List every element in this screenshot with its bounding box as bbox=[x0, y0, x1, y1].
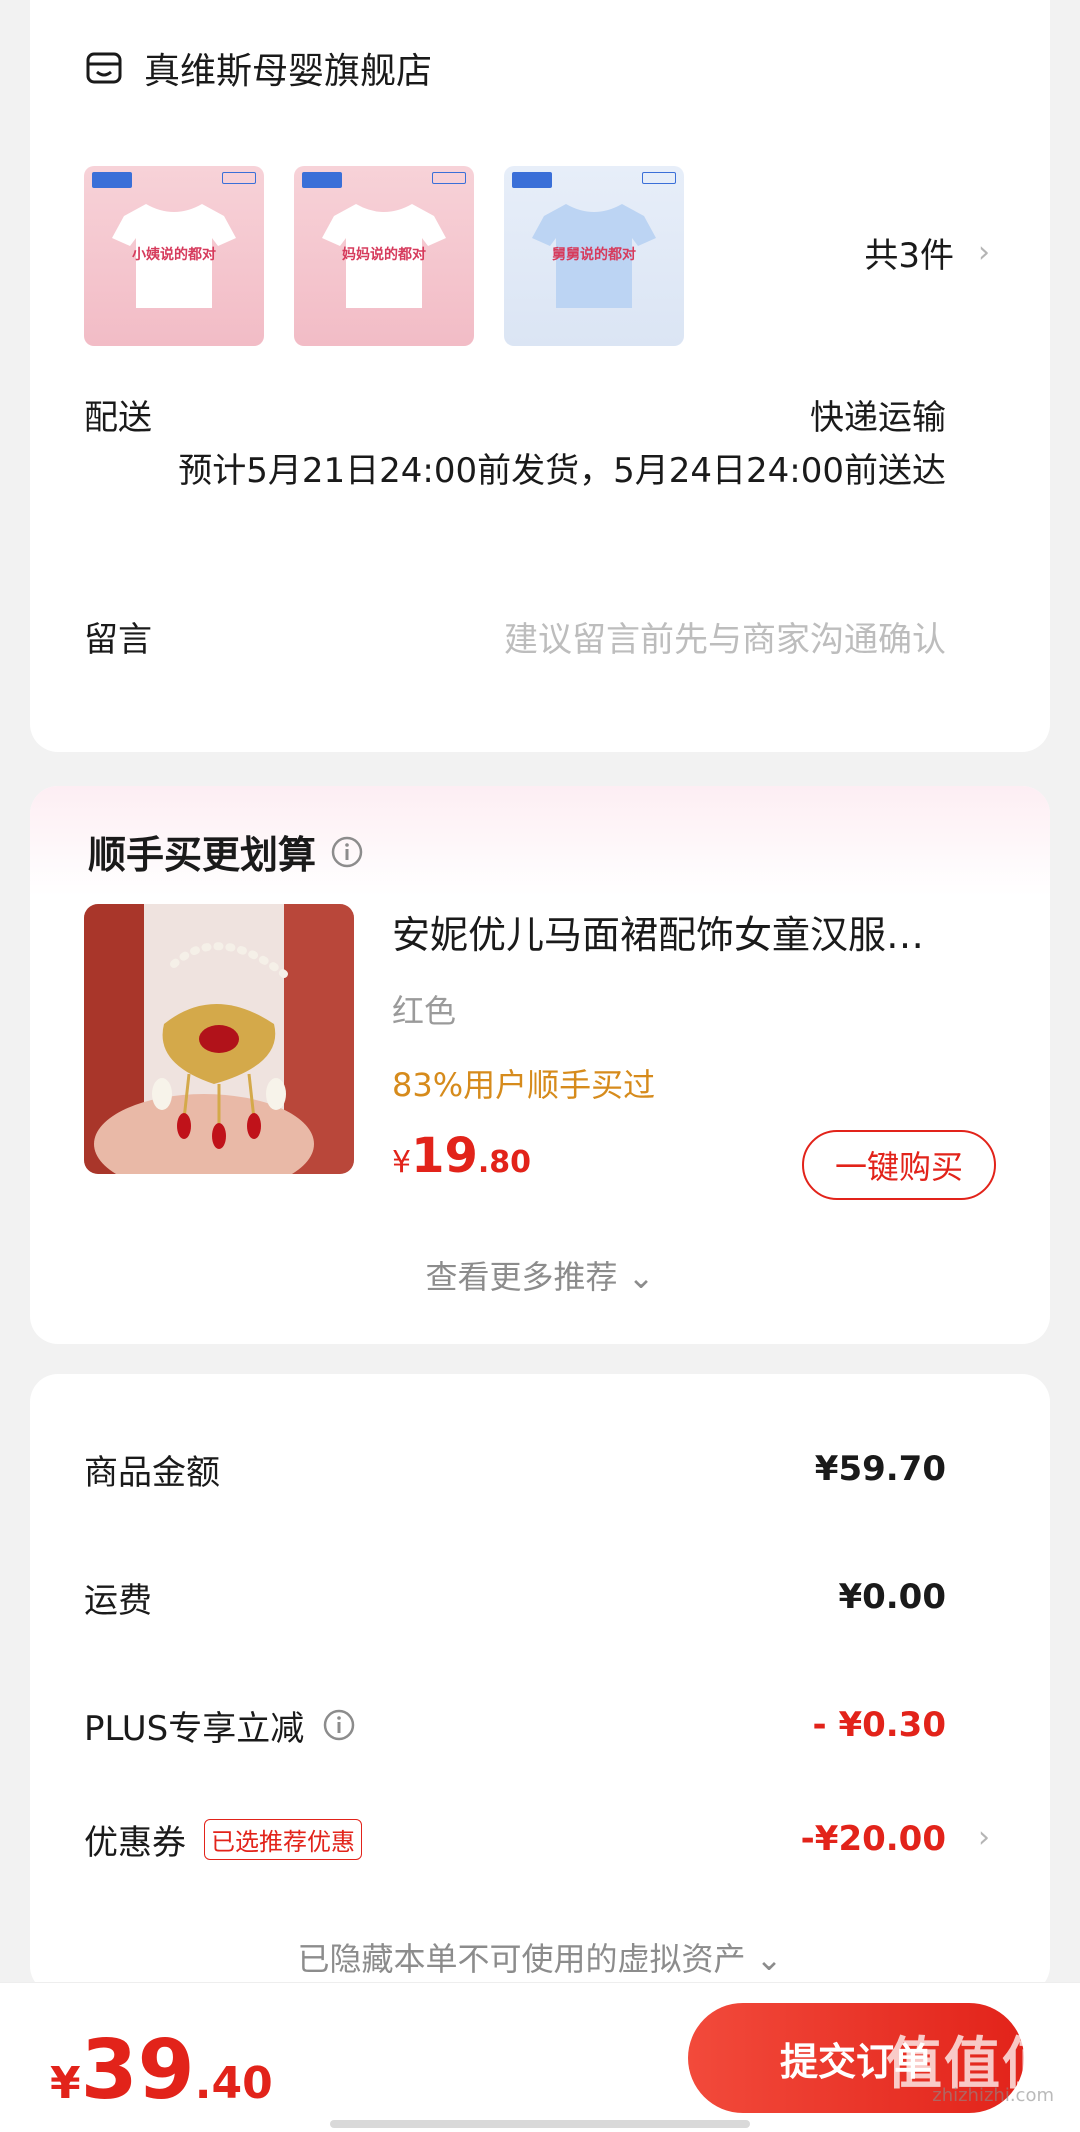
chevron-right-icon: › bbox=[978, 235, 990, 270]
shirt-print-text: 妈妈说的都对 bbox=[342, 247, 426, 263]
item-count: 共3件 bbox=[864, 236, 954, 276]
plus-discount-value: - ¥0.30 bbox=[812, 1705, 947, 1745]
coupon-label-group: 优惠券 已选推荐优惠 bbox=[84, 1815, 362, 1864]
plus-discount-label: PLUS专享立减 bbox=[84, 1708, 305, 1749]
delivery-method[interactable]: 快递运输 bbox=[810, 390, 946, 439]
recommend-card: 顺手买更划算 安妮优儿马面裙配饰女童汉服… 红色 83%用户顺手买过 ¥ 19 … bbox=[30, 786, 1050, 1344]
recommend-product-name[interactable]: 安妮优儿马面裙配饰女童汉服… bbox=[392, 904, 992, 959]
price-decimal: .80 bbox=[477, 1145, 532, 1180]
price-integer: 19 bbox=[411, 1128, 478, 1184]
recommend-product-spec: 红色 bbox=[392, 992, 457, 1030]
pendant-image bbox=[84, 904, 354, 1174]
goods-amount-row: 商品金额 ¥59.70 bbox=[84, 1444, 946, 1494]
shipping-fee-row: 运费 ¥0.00 bbox=[84, 1572, 946, 1622]
product-thumbnail[interactable]: 舅舅说的都对 bbox=[504, 166, 684, 346]
hidden-assets-toggle[interactable]: 已隐藏本单不可使用的虚拟资产 ⌄ bbox=[30, 1934, 1050, 1980]
product-tag bbox=[642, 172, 676, 184]
item-count-link[interactable]: 共3件 › bbox=[864, 228, 990, 277]
store-name: 真维斯母婴旗舰店 bbox=[144, 51, 433, 92]
delivery-label: 配送 bbox=[84, 398, 152, 438]
total-currency: ¥ bbox=[50, 2058, 81, 2109]
one-click-buy-button[interactable]: 一键购买 bbox=[802, 1130, 996, 1200]
plus-discount-row: PLUS专享立减 - ¥0.30 bbox=[84, 1700, 946, 1750]
coupon-value: -¥20.00 bbox=[800, 1819, 946, 1859]
recommend-product-image[interactable] bbox=[84, 904, 354, 1174]
total-price: ¥ 39 .40 bbox=[50, 2023, 273, 2118]
product-tag bbox=[432, 172, 466, 184]
total-decimal: .40 bbox=[194, 2058, 273, 2109]
recommend-product-stat: 83%用户顺手买过 bbox=[392, 1066, 656, 1104]
checkout-bar: ¥ 39 .40 提交订单 值值值 zhizhizhi.com bbox=[0, 1982, 1080, 2132]
home-indicator[interactable] bbox=[330, 2120, 750, 2128]
more-recommendations-link[interactable]: 查看更多推荐 ⌄ bbox=[30, 1252, 1050, 1298]
brand-logo bbox=[92, 172, 132, 188]
message-label: 留言 bbox=[84, 620, 152, 660]
plus-discount-label-group: PLUS专享立减 bbox=[84, 1701, 356, 1750]
product-tag bbox=[222, 172, 256, 184]
message-input[interactable]: 建议留言前先与商家沟通确认 bbox=[504, 612, 946, 661]
product-thumbnail[interactable]: 妈妈说的都对 bbox=[294, 166, 474, 346]
price-summary-card: 商品金额 ¥59.70 运费 ¥0.00 PLUS专享立减 - ¥0.30 优惠… bbox=[30, 1374, 1050, 1994]
shipping-fee-label: 运费 bbox=[84, 1580, 152, 1621]
coupon-selected-tag: 已选推荐优惠 bbox=[204, 1818, 362, 1860]
info-icon[interactable] bbox=[330, 835, 364, 869]
chevron-right-icon[interactable]: › bbox=[978, 1820, 990, 1855]
product-thumbnail[interactable]: 小姨说的都对 bbox=[84, 166, 264, 346]
info-icon[interactable] bbox=[322, 1708, 356, 1742]
brand-logo bbox=[302, 172, 342, 188]
coupon-label: 优惠券 bbox=[84, 1822, 186, 1863]
store-card: 真维斯母婴旗舰店 小姨说的都对 妈妈说的都对 舅舅说的都对 共3件 › 配送 快… bbox=[30, 0, 1050, 752]
goods-amount-label: 商品金额 bbox=[84, 1452, 220, 1493]
recommend-product-price: ¥ 19 .80 bbox=[392, 1128, 531, 1184]
recommend-title-text: 顺手买更划算 bbox=[88, 833, 317, 877]
store-header[interactable]: 真维斯母婴旗舰店 bbox=[84, 42, 432, 94]
price-currency: ¥ bbox=[392, 1145, 412, 1180]
delivery-eta: 预计5月21日24:00前发货，5月24日24:00前送达 bbox=[178, 451, 946, 491]
total-integer: 39 bbox=[80, 2023, 195, 2118]
product-thumbnails[interactable]: 小姨说的都对 妈妈说的都对 舅舅说的都对 bbox=[84, 166, 684, 346]
brand-logo bbox=[512, 172, 552, 188]
store-icon bbox=[86, 52, 122, 84]
recommend-title: 顺手买更划算 bbox=[88, 824, 364, 879]
shirt-print-text: 小姨说的都对 bbox=[132, 247, 216, 263]
shirt-print-text: 舅舅说的都对 bbox=[552, 247, 636, 263]
coupon-row[interactable]: 优惠券 已选推荐优惠 -¥20.00 bbox=[84, 1814, 946, 1864]
watermark-url: zhizhizhi.com bbox=[932, 2085, 1054, 2106]
goods-amount-value: ¥59.70 bbox=[814, 1449, 946, 1489]
shipping-fee-value: ¥0.00 bbox=[838, 1577, 946, 1617]
